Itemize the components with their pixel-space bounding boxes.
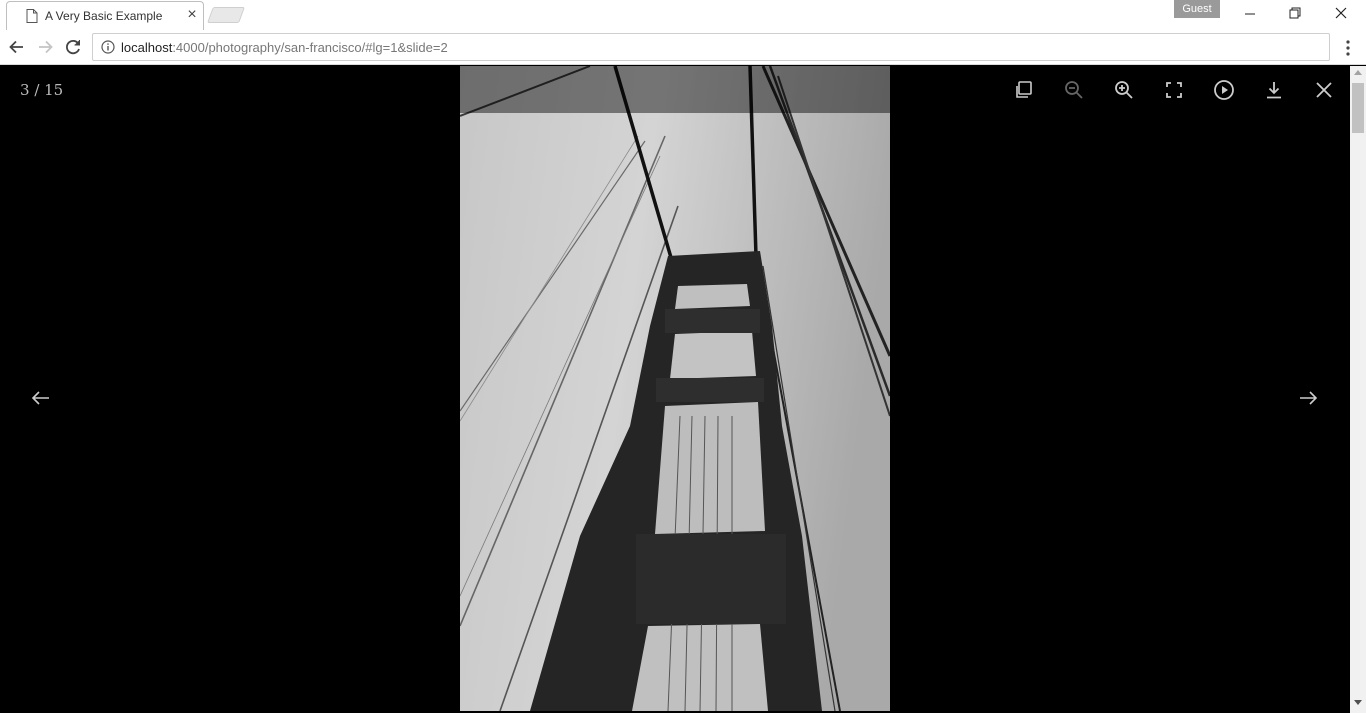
page-scrollbar[interactable] xyxy=(1350,66,1366,713)
address-bar[interactable]: localhost:4000/photography/san-francisco… xyxy=(92,33,1330,61)
close-icon[interactable] xyxy=(1312,78,1336,102)
tab-strip: A Very Basic Example × Guest xyxy=(0,0,1366,30)
info-icon[interactable] xyxy=(101,40,115,54)
minimize-icon[interactable] xyxy=(1227,0,1273,28)
guest-badge[interactable]: Guest xyxy=(1174,0,1220,18)
browser-menu-icon[interactable] xyxy=(1340,38,1356,58)
new-tab-button[interactable] xyxy=(207,7,245,23)
url-path: :4000/photography/san-francisco/#lg=1&sl… xyxy=(172,40,448,55)
gallery-photo[interactable] xyxy=(460,66,890,711)
counter-separator: / xyxy=(29,81,45,99)
actual-size-icon[interactable] xyxy=(1012,78,1036,102)
download-icon[interactable] xyxy=(1262,78,1286,102)
lightbox-toolbar: 3 / 15 xyxy=(0,66,1350,113)
reload-icon[interactable] xyxy=(62,36,84,58)
counter-total: 15 xyxy=(44,81,64,99)
scroll-down-icon[interactable] xyxy=(1354,700,1362,705)
zoom-in-icon[interactable] xyxy=(1112,78,1136,102)
url-text[interactable]: localhost:4000/photography/san-francisco… xyxy=(121,40,448,55)
restore-icon[interactable] xyxy=(1272,0,1318,28)
page-icon xyxy=(26,9,38,23)
tab-title: A Very Basic Example xyxy=(45,9,163,23)
zoom-out-icon[interactable] xyxy=(1062,78,1086,102)
browser-toolbar: localhost:4000/photography/san-francisco… xyxy=(0,30,1366,65)
lightbox-viewer: 3 / 15 xyxy=(0,66,1350,711)
counter-current: 3 xyxy=(20,81,30,99)
browser-tab[interactable]: A Very Basic Example × xyxy=(6,1,204,30)
fullscreen-icon[interactable] xyxy=(1162,78,1186,102)
window-close-icon[interactable] xyxy=(1318,0,1364,28)
close-tab-icon[interactable]: × xyxy=(184,7,200,23)
scroll-up-icon[interactable] xyxy=(1354,70,1362,75)
arrow-left-icon[interactable] xyxy=(29,386,53,410)
autoplay-icon[interactable] xyxy=(1212,78,1236,102)
back-icon[interactable] xyxy=(6,36,28,58)
url-host: localhost xyxy=(121,40,173,55)
slide-counter: 3 / 15 xyxy=(20,81,63,99)
arrow-right-icon[interactable] xyxy=(1296,386,1320,410)
scroll-thumb[interactable] xyxy=(1352,83,1364,133)
forward-icon[interactable] xyxy=(34,36,56,58)
